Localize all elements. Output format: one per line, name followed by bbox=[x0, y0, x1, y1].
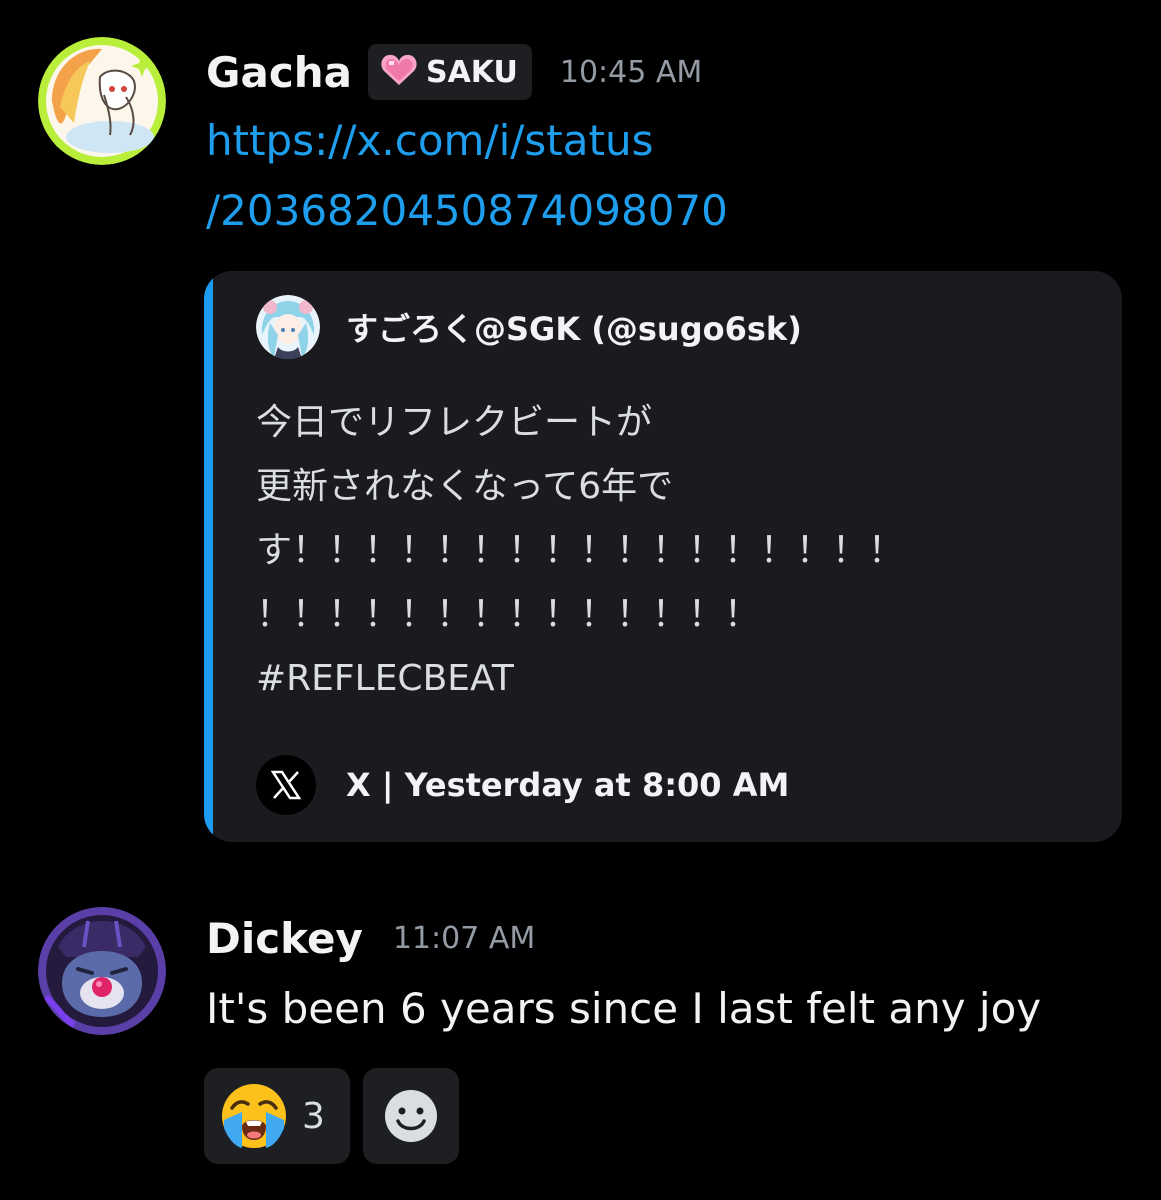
embed-author-avatar bbox=[256, 295, 320, 359]
embed-author[interactable]: すごろく@SGK (@sugo6sk) bbox=[256, 295, 802, 359]
pink-heart-icon bbox=[380, 53, 418, 91]
reaction-count: 3 bbox=[302, 1095, 325, 1137]
status-link-line-2[interactable]: /2036820450874098070 bbox=[206, 176, 728, 246]
reaction-crying[interactable]: 3 bbox=[204, 1068, 350, 1164]
message-header: Dickey 11:07 AM bbox=[206, 914, 535, 963]
add-reaction-button[interactable] bbox=[363, 1068, 459, 1164]
dickey-avatar[interactable] bbox=[38, 907, 166, 1035]
embed-description: 今日でリフレクビートが 更新されなくなって6年で す！！！！！！！！！！！！！！… bbox=[256, 402, 905, 699]
gacha-avatar[interactable] bbox=[38, 37, 166, 165]
loudly-crying-face-icon bbox=[220, 1082, 288, 1150]
timestamp: 10:45 AM bbox=[559, 54, 703, 90]
link-embed[interactable]: すごろく@SGK (@sugo6sk) 今日でリフレクビートが 更新されなくなっ… bbox=[204, 271, 1122, 842]
message-header: Gacha SAKU 10:45 AM bbox=[206, 44, 702, 100]
username[interactable]: Dickey bbox=[206, 914, 363, 963]
embed-footer: X | Yesterday at 8:00 AM bbox=[256, 755, 789, 815]
add-reaction-smiley-icon bbox=[384, 1089, 438, 1143]
chat-view: Gacha SAKU 10:45 AM https://x.com/i/stat… bbox=[0, 0, 1161, 1200]
x-logo-icon bbox=[256, 755, 316, 815]
role-tag-label: SAKU bbox=[425, 54, 518, 90]
embed-footer-text: X | Yesterday at 8:00 AM bbox=[346, 766, 790, 804]
timestamp: 11:07 AM bbox=[392, 921, 536, 956]
username[interactable]: Gacha bbox=[206, 48, 352, 97]
role-tag[interactable]: SAKU bbox=[367, 44, 532, 100]
embed-author-name[interactable]: すごろく@SGK (@sugo6sk) bbox=[346, 304, 802, 350]
embed-accent-bar bbox=[204, 271, 213, 842]
status-link-line-1[interactable]: https://x.com/i/status bbox=[206, 106, 653, 176]
message-text: It's been 6 years since I last felt any … bbox=[206, 984, 1042, 1033]
